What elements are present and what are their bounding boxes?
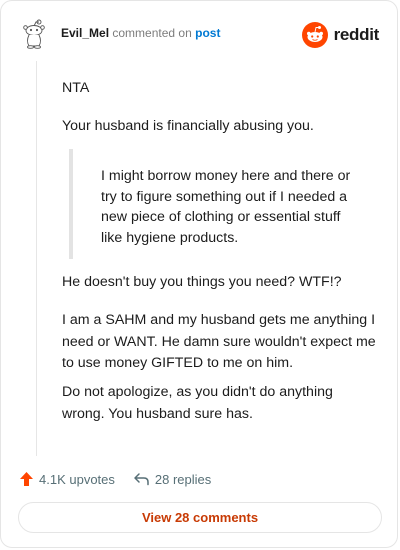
paragraph-line: Do not apologize, as you didn't do anyth… [62, 384, 333, 400]
commented-text: commented on [112, 26, 192, 40]
thread-line [36, 61, 37, 456]
blockquote-line: new piece of clothing or essential stuff [101, 209, 341, 225]
reply-button[interactable]: 28 replies [133, 472, 211, 487]
upvote-arrow-icon [20, 472, 33, 486]
username[interactable]: Evil_Mel [61, 26, 109, 40]
comment-actions: 4.1K upvotes 28 replies [19, 467, 229, 491]
reddit-logo[interactable]: reddit [301, 22, 380, 48]
upvote-button[interactable]: 4.1K upvotes [19, 471, 115, 487]
comment-paragraph: Your husband is financially abusing you. [62, 118, 314, 134]
view-comments-button[interactable]: View 28 comments [18, 502, 382, 533]
paragraph-line: I am a SAHM and my husband gets me anyth… [62, 312, 376, 328]
comment-paragraph: I am a SAHM and my husband gets me anyth… [62, 310, 382, 375]
comment-meta: Evil_Mel commented on post [61, 26, 220, 40]
snoo-avatar-icon[interactable] [21, 19, 47, 49]
paragraph-line: wrong. You husband sure has. [62, 405, 253, 422]
post-link[interactable]: post [195, 26, 220, 40]
reply-arrow-icon [134, 473, 149, 486]
comment-card: Evil_Mel commented on post reddit NTA Yo… [0, 0, 398, 548]
upvote-count: 4.1K upvotes [39, 471, 115, 487]
reply-count: 28 replies [154, 471, 212, 487]
blockquote-line: try to figure something out if I needed … [101, 188, 348, 205]
comment-paragraph: NTA [62, 80, 90, 96]
blockquote-line: I might borrow money here and there or [101, 168, 351, 184]
paragraph-line: to use money GIFTED to me on him. [62, 355, 294, 371]
reddit-logo-icon [301, 22, 328, 48]
paragraph-line: need or WANT. He damn sure wouldn't expe… [62, 333, 376, 350]
blockquote: I might borrow money here and there or t… [69, 149, 373, 259]
blockquote-text: I might borrow money here and there or t… [101, 166, 371, 248]
reddit-wordmark: reddit [333, 25, 380, 44]
comment-paragraph: Do not apologize, as you didn't do anyth… [62, 382, 382, 425]
comment-header: Evil_Mel commented on post reddit [19, 19, 379, 49]
blockquote-line: like hygiene products. [101, 229, 239, 246]
comment-paragraph: He doesn't buy you things you need? WTF!… [62, 274, 342, 290]
